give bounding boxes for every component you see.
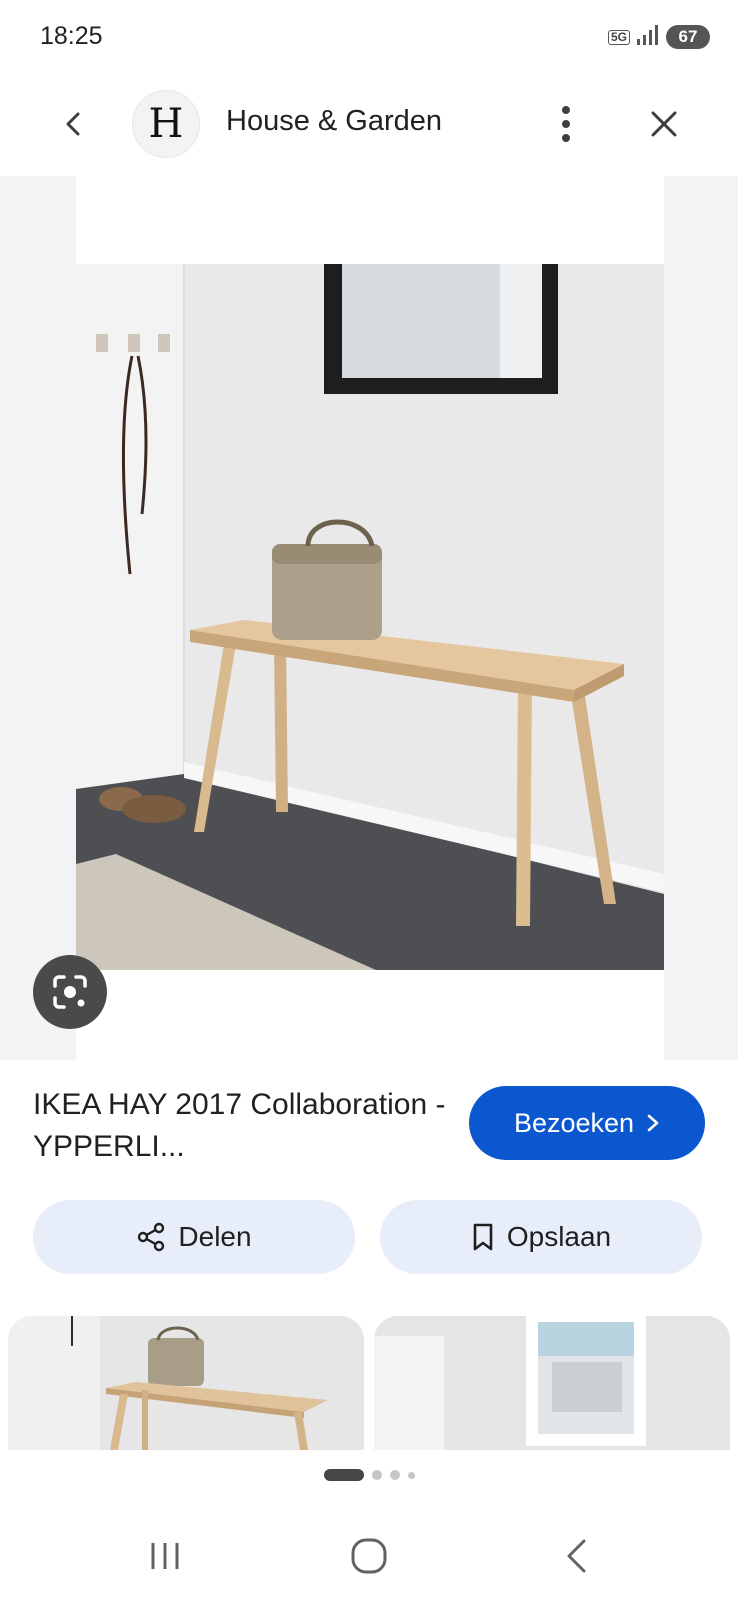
image-frame bbox=[76, 176, 664, 1060]
visit-button-label: Bezoeken bbox=[513, 1107, 635, 1138]
site-name[interactable]: House & Garden bbox=[226, 105, 442, 138]
back-arrow-icon bbox=[567, 1539, 586, 1573]
status-icons: 5G 67 bbox=[607, 22, 710, 52]
visit-button[interactable]: Bezoeken bbox=[469, 1086, 705, 1160]
recent-apps-button[interactable] bbox=[130, 1528, 200, 1584]
status-time: 18:25 bbox=[40, 22, 103, 50]
more-vert-icon bbox=[562, 106, 570, 142]
bookmark-icon bbox=[473, 1223, 493, 1251]
site-logo[interactable]: H bbox=[132, 90, 200, 158]
close-button[interactable] bbox=[638, 98, 690, 150]
viewer-header: H House & Garden bbox=[0, 84, 738, 164]
back-button[interactable] bbox=[50, 100, 98, 148]
system-back-button[interactable] bbox=[542, 1528, 612, 1584]
status-bar: 18:25 5G 67 bbox=[0, 0, 738, 76]
signal-icon bbox=[636, 24, 660, 51]
page-dot-active bbox=[323, 1469, 364, 1481]
bench-photo[interactable] bbox=[76, 264, 664, 970]
close-icon bbox=[651, 111, 677, 137]
page-dot bbox=[389, 1470, 400, 1480]
share-button-label: Delen bbox=[178, 1221, 252, 1252]
home-button[interactable] bbox=[334, 1528, 404, 1584]
system-nav-bar bbox=[0, 1510, 738, 1600]
visual-search-button[interactable] bbox=[33, 955, 107, 1029]
network-type-indicator: 5G bbox=[607, 29, 630, 45]
chevron-right-icon bbox=[647, 1114, 659, 1132]
save-button[interactable]: Opslaan bbox=[380, 1200, 702, 1274]
chevron-left-icon bbox=[66, 112, 80, 136]
home-icon bbox=[351, 1538, 387, 1574]
related-images bbox=[0, 1316, 738, 1450]
more-options-button[interactable] bbox=[540, 98, 592, 150]
page-indicator bbox=[0, 1468, 738, 1482]
save-button-label: Opslaan bbox=[506, 1221, 612, 1252]
related-image-thumbnail[interactable] bbox=[8, 1316, 364, 1450]
image-viewer[interactable] bbox=[0, 176, 738, 1060]
share-button[interactable]: Delen bbox=[33, 1200, 355, 1274]
recent-apps-icon bbox=[151, 1543, 179, 1569]
page-dot bbox=[371, 1470, 382, 1480]
share-icon bbox=[138, 1222, 165, 1252]
related-image-thumbnail[interactable] bbox=[374, 1316, 730, 1450]
result-title[interactable]: IKEA HAY 2017 Collaboration - YPPERLI... bbox=[33, 1084, 453, 1168]
page-dot bbox=[407, 1471, 415, 1479]
lens-icon bbox=[53, 975, 87, 1009]
battery-icon: 67 bbox=[666, 25, 710, 49]
